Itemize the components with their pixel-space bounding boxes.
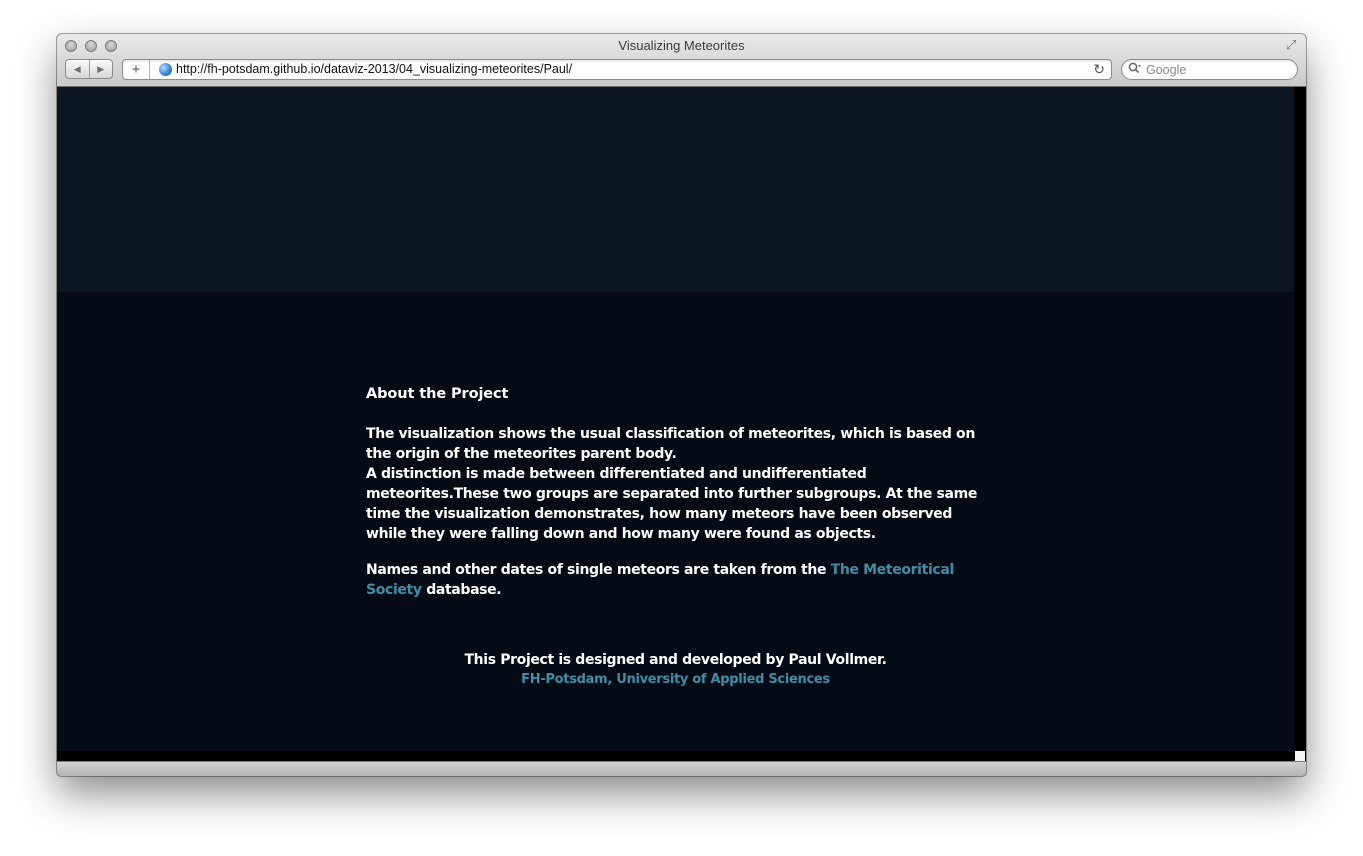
footer: This Project is designed and developed b… xyxy=(57,650,1294,690)
plus-icon: + xyxy=(131,61,141,78)
address-bar[interactable]: + http://fh-potsdam.github.io/dataviz-20… xyxy=(122,59,1112,80)
forward-button[interactable]: ▶ xyxy=(88,60,113,78)
search-input[interactable] xyxy=(1146,61,1291,78)
about-paragraph-3: Names and other dates of single meteors … xyxy=(366,560,986,600)
about-heading: About the Project xyxy=(366,386,509,402)
status-bar xyxy=(57,761,1306,776)
history-buttons: ◀ ▶ xyxy=(65,59,113,79)
scrollbar-corner xyxy=(1295,751,1305,761)
window-title: Visualizing Meteorites xyxy=(618,38,745,53)
back-arrow-icon: ◀ xyxy=(73,63,81,74)
search-icon[interactable] xyxy=(1128,62,1142,77)
browser-toolbar: Visualizing Meteorites ⤢ ◀ ▶ + http://fh… xyxy=(57,34,1306,87)
url-text[interactable]: http://fh-potsdam.github.io/dataviz-2013… xyxy=(176,62,572,76)
browser-window: Visualizing Meteorites ⤢ ◀ ▶ + http://fh… xyxy=(57,34,1306,776)
credit-text: This Project is designed and developed b… xyxy=(464,652,887,668)
add-bookmark-button[interactable]: + xyxy=(123,60,150,79)
page-viewport: About the Project The visualization show… xyxy=(57,87,1294,751)
about-section: About the Project The visualization show… xyxy=(366,384,986,600)
about-paragraph-2: A distinction is made between differenti… xyxy=(366,466,978,542)
back-button[interactable]: ◀ xyxy=(66,60,89,78)
about-paragraph-1: The visualization shows the usual classi… xyxy=(366,426,975,462)
university-link[interactable]: FH-Potsdam, University of Applied Scienc… xyxy=(57,670,1294,690)
vertical-scrollbar[interactable] xyxy=(1294,87,1306,761)
forward-arrow-icon: ▶ xyxy=(97,63,105,74)
visualization-area xyxy=(57,87,1294,292)
source-text-before: Names and other dates of single meteors … xyxy=(366,562,831,578)
globe-icon xyxy=(159,63,172,76)
fullscreen-icon[interactable]: ⤢ xyxy=(1286,38,1300,52)
reload-icon[interactable]: ↻ xyxy=(1093,61,1105,78)
source-text-after: database. xyxy=(421,582,502,598)
horizontal-scroll-track xyxy=(57,751,1294,761)
search-field[interactable] xyxy=(1121,59,1298,80)
scrollbar-thumb[interactable] xyxy=(1297,89,1303,745)
